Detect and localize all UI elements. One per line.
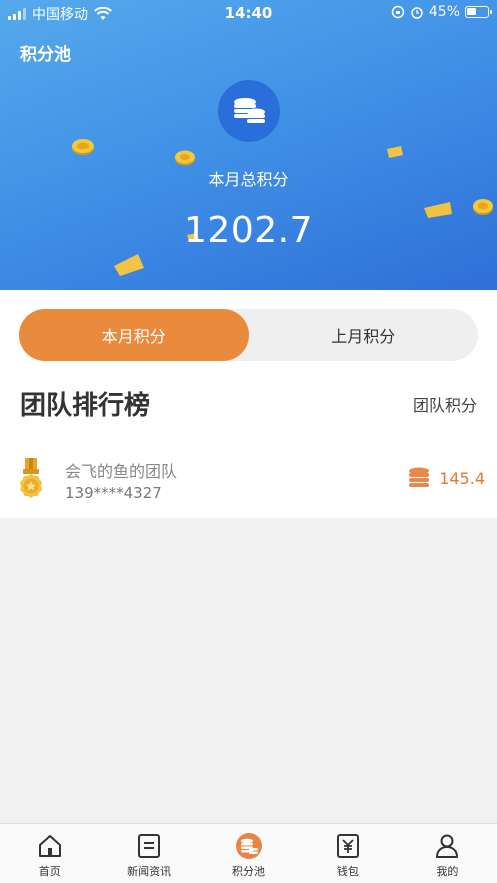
page-title: 积分池 bbox=[20, 45, 71, 65]
period-toggle: 本月积分 上月积分 bbox=[19, 309, 478, 361]
team-phone: 139****4327 bbox=[65, 484, 162, 502]
tab-label: 新闻资讯 bbox=[127, 865, 172, 878]
gold-coin-icon bbox=[72, 139, 94, 155]
tab-mine[interactable]: 我的 bbox=[398, 824, 497, 883]
tab-label: 首页 bbox=[38, 865, 61, 878]
news-icon bbox=[135, 832, 163, 860]
team-name: 会飞的鱼的团队 bbox=[65, 462, 178, 481]
medal-icon bbox=[20, 458, 42, 498]
tab-wallet[interactable]: 钱包 bbox=[298, 824, 397, 883]
status-bar: 中国移动 14:40 45% bbox=[0, 0, 497, 26]
coins-stack-icon bbox=[234, 98, 265, 123]
total-points-label: 本月总积分 bbox=[208, 170, 289, 189]
home-icon bbox=[36, 832, 64, 860]
battery-percent: 45% bbox=[428, 4, 460, 20]
tab-news[interactable]: 新闻资讯 bbox=[99, 824, 198, 883]
tab-label: 积分池 bbox=[232, 865, 266, 878]
tab-points-pool[interactable]: 积分池 bbox=[199, 824, 298, 883]
header-banner: 中国移动 14:40 45% 积分池 本月总积分 1202.7 bbox=[0, 0, 497, 290]
tab-this-month[interactable]: 本月积分 bbox=[19, 309, 249, 361]
tab-last-month[interactable]: 上月积分 bbox=[249, 309, 479, 361]
total-points-value: 1202.7 bbox=[184, 210, 313, 251]
gold-coin-icon bbox=[175, 150, 195, 166]
tab-label: 我的 bbox=[436, 865, 459, 878]
team-score: 145.4 bbox=[407, 467, 485, 489]
rotation-lock-icon bbox=[391, 5, 405, 19]
battery-icon bbox=[465, 6, 492, 18]
coins-stack-icon bbox=[409, 467, 430, 487]
gold-leaf-icon bbox=[387, 146, 403, 158]
ranking-subtitle: 团队积分 bbox=[412, 396, 477, 415]
ranking-title: 团队排行榜 bbox=[20, 391, 151, 421]
alarm-icon bbox=[411, 7, 423, 19]
status-right: 45% bbox=[391, 4, 492, 20]
wallet-icon bbox=[334, 832, 362, 860]
gold-leaf-icon bbox=[114, 254, 144, 276]
tab-label: 钱包 bbox=[336, 865, 359, 878]
bottom-tab-bar: 首页 新闻资讯 积分池 钱包 我的 bbox=[0, 823, 497, 883]
coins-icon bbox=[235, 832, 263, 860]
points-coin-badge bbox=[218, 80, 280, 142]
team-score-value: 145.4 bbox=[439, 468, 485, 488]
tab-home[interactable]: 首页 bbox=[0, 824, 99, 883]
user-icon bbox=[433, 832, 461, 860]
